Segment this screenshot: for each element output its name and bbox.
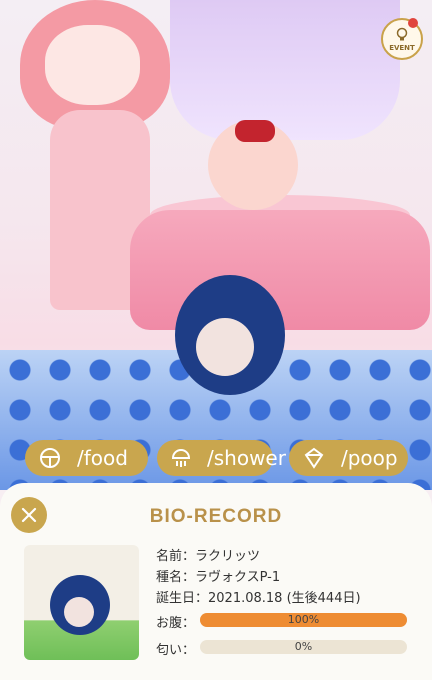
name-value: ラクリッツ [195,549,261,564]
pet-portrait [24,545,139,660]
food-label: /food [77,446,128,470]
shower-icon [169,445,193,471]
poop-label: /poop [341,446,398,470]
smell-percent: 0% [294,640,313,653]
notification-dot [408,18,418,28]
background-arch [170,0,400,140]
action-bar: /food /shower /poop [0,440,432,478]
food-bowl-icon [37,445,63,471]
hunger-label: お腹： [156,616,196,631]
pet-info: 名前：ラクリッツ 種名：ラヴォクスP-1 誕生日：2021.08.18 (生後4… [156,546,361,609]
hunger-bar: 100% [200,613,407,627]
event-label: EVENT [389,43,415,52]
species-row: 種名：ラヴォクスP-1 [156,567,361,588]
smell-label: 匂い： [156,643,196,658]
pet-portrait-face [64,597,94,627]
pet-room-scene [0,0,432,490]
birthday-row: 誕生日：2021.08.18 (生後444日) [156,588,361,609]
poop-icon [301,445,327,471]
smell-bar: 0% [200,640,407,654]
species-label: 種名： [156,570,196,585]
birthday-value: 2021.08.18 (生後444日) [208,591,361,606]
food-button[interactable]: /food [25,440,148,476]
lightbulb-icon [396,27,408,40]
shower-label: /shower [207,446,286,470]
hunger-percent: 100% [287,613,320,626]
birthday-label: 誕生日： [156,591,209,606]
name-label: 名前： [156,549,196,564]
blue-pet-face [196,318,254,376]
name-row: 名前：ラクリッツ [156,546,361,567]
character-face [45,25,140,105]
panel-title: BIO-RECORD [149,506,283,527]
shower-button[interactable]: /shower [157,440,286,476]
poop-button[interactable]: /poop [289,440,408,476]
species-value: ラヴォクスP-1 [195,570,281,585]
bow-icon [235,120,275,142]
